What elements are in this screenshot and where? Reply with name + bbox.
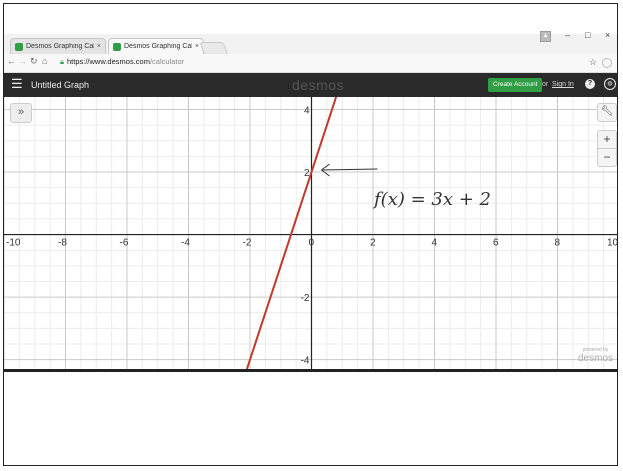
graph-title[interactable]: Untitled Graph: [31, 80, 89, 90]
or-text: or: [542, 81, 549, 88]
x-tick-label: 6: [493, 238, 499, 249]
close-window-button[interactable]: ×: [605, 30, 610, 40]
expand-expression-list-button[interactable]: »: [10, 103, 32, 123]
create-account-button[interactable]: Create Account: [488, 78, 543, 92]
address-bar-row: ← → ↻ ⌂ 🔒︎ https://www.desmos.com/calcula…: [4, 54, 617, 73]
reload-icon[interactable]: ↻: [30, 56, 38, 67]
desmos-header: ☰ Untitled Graph desmos Create Account o…: [4, 73, 617, 97]
desmos-favicon-icon: [15, 42, 23, 51]
sign-in-link[interactable]: Sign In: [552, 81, 574, 88]
graph-bottom-edge: [4, 369, 617, 372]
graph-controls: 🔧︎ + −: [597, 103, 617, 167]
tab-title: Desmos Graphing Calcu: [124, 43, 192, 50]
x-tick-label: -4: [181, 238, 190, 249]
browser-tab-strip: Desmos Graphing Calcu × Desmos Graphing …: [4, 34, 617, 56]
x-tick-label: -2: [243, 238, 252, 249]
bookmark-star-icon[interactable]: ☆: [589, 57, 597, 68]
x-tick-label: 8: [555, 238, 561, 249]
tab-close-icon[interactable]: ×: [195, 43, 199, 50]
x-tick-label: 4: [432, 238, 438, 249]
lock-icon: 🔒︎: [60, 57, 64, 66]
zoom-in-button[interactable]: +: [597, 130, 617, 149]
x-tick-label: 2: [370, 238, 376, 249]
handwritten-annotation: f(x) = 3x + 2: [374, 189, 491, 210]
x-tick-label: -6: [120, 238, 129, 249]
desmos-logo: desmos: [292, 77, 345, 93]
profile-icon[interactable]: ▲: [540, 31, 551, 42]
zoom-out-button[interactable]: −: [597, 149, 617, 167]
home-icon[interactable]: ⌂: [42, 56, 47, 66]
x-tick-label: -8: [58, 238, 67, 249]
browser-menu-icon[interactable]: ⋮: [614, 56, 617, 67]
forward-arrow-icon[interactable]: →: [18, 56, 27, 66]
desmos-favicon-icon: [113, 42, 121, 51]
maximize-button[interactable]: □: [585, 30, 590, 40]
language-globe-icon[interactable]: ◍: [604, 78, 616, 90]
browser-tab-2[interactable]: Desmos Graphing Calcu ×: [108, 38, 204, 54]
browser-tab-1[interactable]: Desmos Graphing Calcu ×: [10, 38, 106, 54]
graph-canvas[interactable]: -10 -8 -6 -4 -2 0 2 4 6 8 1042-2-4: [4, 97, 618, 369]
help-icon[interactable]: ?: [585, 79, 595, 89]
annotation-arrow: [321, 163, 378, 177]
x-tick-label: -10: [6, 238, 21, 249]
extension-icon[interactable]: [602, 58, 612, 68]
y-tick-label: -4: [301, 356, 310, 367]
minimize-button[interactable]: –: [565, 30, 570, 40]
tab-title: Desmos Graphing Calcu: [26, 43, 94, 50]
y-tick-label: -2: [301, 293, 310, 304]
tab-close-icon[interactable]: ×: [97, 43, 101, 50]
url-field[interactable]: 🔒︎ https://www.desmos.com/calculator: [60, 57, 184, 67]
y-tick-label: 4: [304, 106, 310, 117]
wrench-icon[interactable]: 🔧︎: [597, 103, 617, 122]
back-arrow-icon[interactable]: ←: [7, 56, 16, 66]
x-tick-label: 0: [309, 238, 315, 249]
x-tick-label: 10: [607, 238, 618, 249]
graph-paper[interactable]: -10 -8 -6 -4 -2 0 2 4 6 8 10 4 2 -2 -4 f(x) = 3x + 2 »…: [4, 97, 618, 369]
hamburger-menu-icon[interactable]: ☰: [11, 77, 23, 90]
screen-frame: Desmos Graphing Calcu × Desmos Graphing …: [3, 3, 618, 466]
powered-by-logo: desmos: [578, 353, 614, 364]
powered-by-desmos: powered by desmos: [578, 347, 613, 364]
